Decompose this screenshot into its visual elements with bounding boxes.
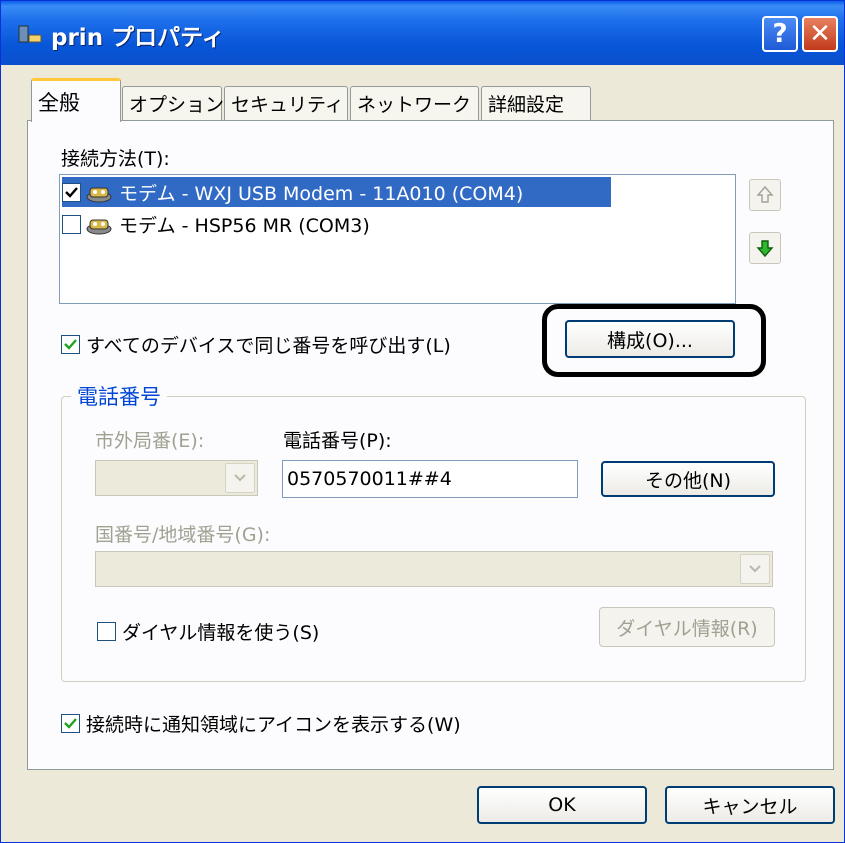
area-code-combo[interactable]	[95, 460, 258, 496]
properties-dialog: prin プロパティ ? ✕ 全般 オプション セキュリティ ネットワーク 詳細…	[0, 0, 845, 843]
dialing-rules-checkbox[interactable]	[97, 622, 116, 641]
device-label: モデム - WXJ USB Modem - 11A010 (COM4)	[119, 182, 524, 205]
dialing-rules-option[interactable]: ダイヤル情報を使う(S)	[97, 618, 319, 645]
notify-checkbox[interactable]	[61, 714, 80, 733]
phone-number-label: 電話番号(P):	[283, 430, 392, 452]
cancel-button[interactable]: キャンセル	[665, 786, 835, 824]
close-button[interactable]: ✕	[802, 16, 838, 52]
configure-button[interactable]: 構成(O)...	[565, 320, 735, 358]
device-list[interactable]: モデム - WXJ USB Modem - 11A010 (COM4) モデム …	[59, 174, 736, 304]
connection-icon	[18, 25, 42, 43]
area-code-label: 市外局番(E):	[95, 430, 205, 452]
dropdown-button[interactable]	[225, 463, 255, 493]
chevron-down-icon	[234, 474, 246, 482]
modem-icon	[86, 219, 112, 235]
dialing-rules-button-label: ダイヤル情報(R)	[616, 617, 758, 640]
window-title: prin プロパティ	[51, 25, 225, 51]
dropdown-button[interactable]	[740, 554, 770, 584]
ok-button-label: OK	[548, 794, 576, 816]
tab-options-label: オプション	[129, 94, 225, 116]
same-number-option[interactable]: すべてのデバイスで同じ番号を呼び出す(L)	[61, 331, 451, 358]
ok-button[interactable]: OK	[477, 786, 647, 824]
chevron-down-icon	[749, 565, 761, 573]
tab-options[interactable]: オプション	[122, 86, 225, 120]
dialing-rules-button[interactable]: ダイヤル情報(R)	[599, 607, 775, 647]
tab-general[interactable]: 全般	[31, 78, 121, 122]
notify-option[interactable]: 接続時に通知領域にアイコンを表示する(W)	[61, 710, 461, 737]
tab-networking-label: ネットワーク	[357, 94, 472, 116]
cancel-button-label: キャンセル	[702, 795, 798, 818]
down-arrow-icon	[756, 240, 774, 258]
move-up-button[interactable]	[749, 179, 781, 211]
dialing-rules-label: ダイヤル情報を使う(S)	[122, 622, 320, 644]
move-down-button[interactable]	[749, 232, 781, 264]
device-checkbox[interactable]	[62, 214, 81, 234]
close-icon: ✕	[809, 19, 831, 49]
tab-advanced[interactable]: 詳細設定	[481, 86, 591, 120]
notify-label: 接続時に通知領域にアイコンを表示する(W)	[86, 714, 461, 736]
same-number-checkbox[interactable]	[61, 335, 80, 354]
up-arrow-icon	[756, 185, 774, 203]
device-label: モデム - HSP56 MR (COM3)	[119, 214, 370, 237]
tab-networking[interactable]: ネットワーク	[350, 86, 479, 120]
device-list-item[interactable]: モデム - WXJ USB Modem - 11A010 (COM4)	[62, 177, 611, 207]
connect-using-label: 接続方法(T):	[61, 148, 170, 170]
checkmark-icon	[64, 718, 77, 729]
country-code-combo[interactable]	[95, 551, 773, 587]
same-number-label: すべてのデバイスで同じ番号を呼び出す(L)	[86, 335, 451, 357]
tab-security-label: セキュリティ	[231, 94, 344, 116]
country-code-label: 国番号/地域番号(G):	[95, 524, 271, 546]
help-button[interactable]: ?	[762, 16, 798, 52]
device-checkbox[interactable]	[62, 182, 81, 202]
checkmark-icon	[65, 186, 78, 198]
tab-advanced-label: 詳細設定	[488, 94, 565, 116]
alternates-button-label: その他(N)	[644, 469, 732, 492]
configure-button-label: 構成(O)...	[607, 329, 693, 352]
modem-icon	[86, 187, 112, 203]
title-bar[interactable]: prin プロパティ ? ✕	[1, 1, 844, 65]
alternates-button[interactable]: その他(N)	[601, 461, 775, 497]
phone-group-title: 電話番号	[71, 381, 167, 411]
checkmark-icon	[64, 339, 77, 350]
phone-number-input[interactable]: 0570570011##4	[282, 460, 578, 498]
tab-security[interactable]: セキュリティ	[224, 86, 348, 120]
help-icon: ?	[772, 19, 788, 49]
phone-number-value: 0570570011##4	[287, 468, 452, 490]
tab-general-label: 全般	[38, 90, 80, 115]
device-list-item[interactable]: モデム - HSP56 MR (COM3)	[62, 209, 370, 239]
